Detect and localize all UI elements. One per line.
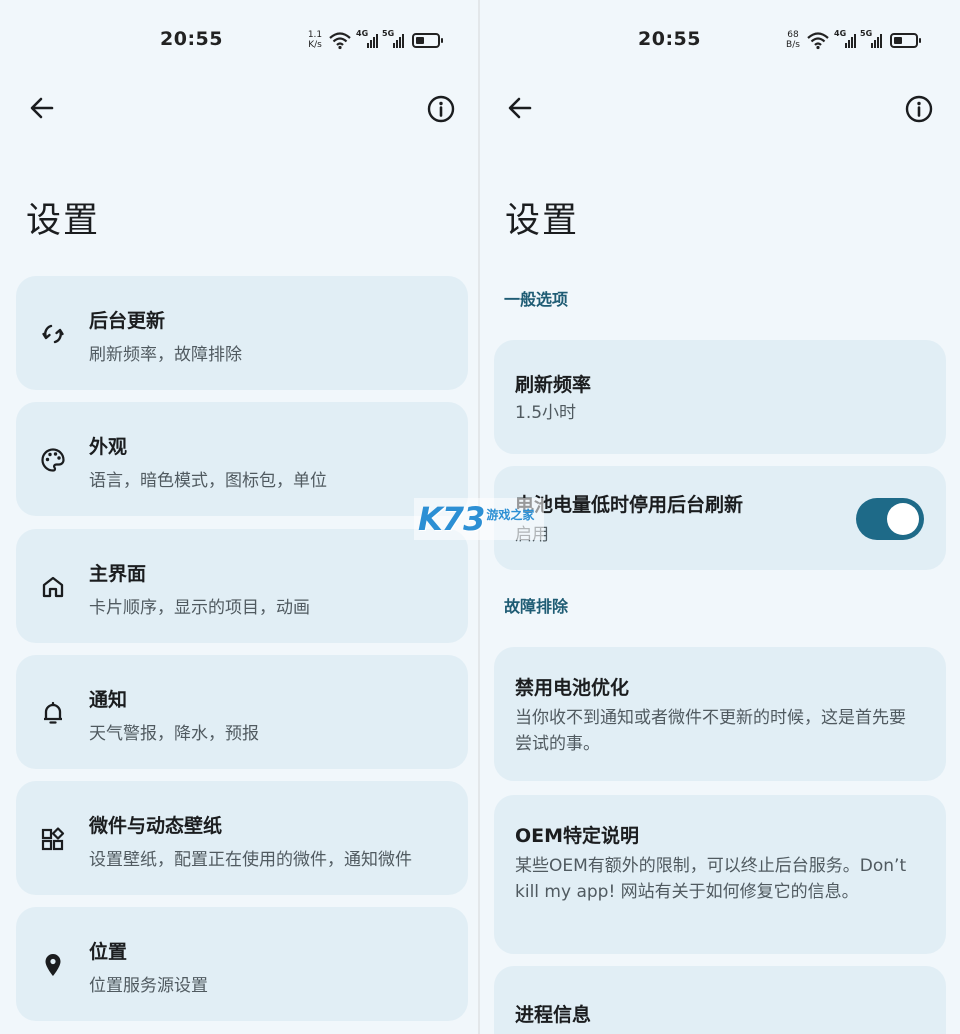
section-header-general: 一般选项 [504, 290, 569, 309]
sync-icon [42, 324, 64, 344]
back-arrow-icon[interactable] [506, 94, 534, 122]
setting-title: OEM特定说明 [515, 825, 640, 847]
setting-title: 电池电量低时停用后台刷新 [515, 494, 744, 516]
wifi-icon [807, 32, 829, 50]
settings-item-subtitle: 位置服务源设置 [89, 976, 208, 996]
oem-instructions[interactable]: OEM特定说明 某些OEM有额外的限制，可以终止后台服务。Don’t kill … [494, 795, 946, 954]
top-app-bar [0, 90, 478, 126]
status-icons: 1.1 K/s 4G 5G [306, 28, 443, 52]
top-app-bar [480, 90, 960, 126]
status-bar: 20:55 1.1 K/s 4G 5G [0, 28, 478, 54]
settings-item-appearance[interactable]: 外观 语言，暗色模式，图标包，单位 [16, 402, 468, 516]
setting-value: 1.5小时 [515, 403, 577, 423]
settings-item-widgets[interactable]: 微件与动态壁纸 设置壁纸，配置正在使用的微件，通知微件 [16, 781, 468, 895]
battery-icon [890, 32, 921, 48]
widgets-icon [41, 827, 65, 851]
settings-item-main-screen[interactable]: 主界面 卡片顺序，显示的项目，动画 [16, 529, 468, 643]
status-time: 20:55 [160, 28, 223, 50]
signal-4g-icon: 4G [356, 30, 378, 50]
process-info[interactable]: 进程信息 [494, 966, 946, 1034]
toggle-knob [887, 503, 919, 535]
status-bar: 20:55 68 B/s 4G 5G [480, 28, 960, 54]
background-updates-screen: 20:55 68 B/s 4G 5G 设置 一般选项 刷新频率 1.5小时 电池… [480, 0, 960, 1034]
setting-title: 刷新频率 [515, 374, 592, 396]
battery-icon [412, 32, 443, 48]
settings-item-title: 通知 [89, 689, 128, 711]
settings-item-title: 位置 [89, 941, 128, 963]
info-icon[interactable] [426, 94, 456, 124]
watermark-logo: K73 游戏之家 [414, 498, 544, 540]
refresh-rate-setting[interactable]: 刷新频率 1.5小时 [494, 340, 946, 454]
page-title: 设置 [505, 201, 580, 241]
settings-item-notifications[interactable]: 通知 天气警报，降水，预报 [16, 655, 468, 769]
settings-item-subtitle: 天气警报，降水，预报 [89, 724, 259, 744]
setting-description: 某些OEM有额外的限制，可以终止后台服务。Don’t kill my app! … [515, 856, 907, 902]
network-speed: 1.1 K/s [307, 30, 323, 50]
palette-icon [41, 448, 65, 472]
home-icon [42, 576, 64, 598]
location-pin-icon [45, 954, 61, 976]
page-title: 设置 [26, 201, 101, 241]
wifi-icon [329, 32, 351, 50]
info-icon[interactable] [904, 94, 934, 124]
section-header-troubleshooting: 故障排除 [504, 597, 569, 616]
settings-main-screen: 20:55 1.1 K/s 4G 5G 设置 后台更新 刷新频率，故障排除 外观… [0, 0, 478, 1034]
settings-item-title: 外观 [89, 436, 128, 458]
signal-5g-icon: 5G [382, 30, 404, 50]
bell-icon [44, 701, 62, 724]
low-battery-toggle[interactable] [856, 498, 924, 540]
setting-title: 进程信息 [515, 1004, 592, 1026]
low-battery-setting[interactable]: 电池电量低时停用后台刷新 启用 [494, 466, 946, 570]
status-time: 20:55 [638, 28, 701, 50]
settings-item-title: 微件与动态壁纸 [89, 815, 223, 837]
setting-value: 启用 [515, 522, 916, 548]
disable-battery-optimization[interactable]: 禁用电池优化 当你收不到通知或者微件不更新的时候，这是首先要尝试的事。 [494, 647, 946, 781]
settings-item-background-updates[interactable]: 后台更新 刷新频率，故障排除 [16, 276, 468, 390]
settings-item-title: 后台更新 [89, 310, 166, 332]
setting-title: 禁用电池优化 [515, 677, 630, 699]
network-speed: 68 B/s [786, 30, 800, 50]
settings-item-subtitle: 卡片顺序，显示的项目，动画 [89, 598, 310, 618]
settings-item-subtitle: 设置壁纸，配置正在使用的微件，通知微件 [89, 850, 412, 870]
settings-item-title: 主界面 [89, 563, 147, 585]
setting-description: 当你收不到通知或者微件不更新的时候，这是首先要尝试的事。 [515, 708, 906, 754]
settings-item-subtitle: 刷新频率，故障排除 [89, 345, 242, 365]
settings-item-subtitle: 语言，暗色模式，图标包，单位 [89, 471, 327, 491]
settings-item-location[interactable]: 位置 位置服务源设置 [16, 907, 468, 1021]
signal-4g-icon: 4G [834, 30, 856, 50]
status-icons: 68 B/s 4G 5G [784, 28, 921, 52]
back-arrow-icon[interactable] [28, 94, 56, 122]
signal-5g-icon: 5G [860, 30, 882, 50]
